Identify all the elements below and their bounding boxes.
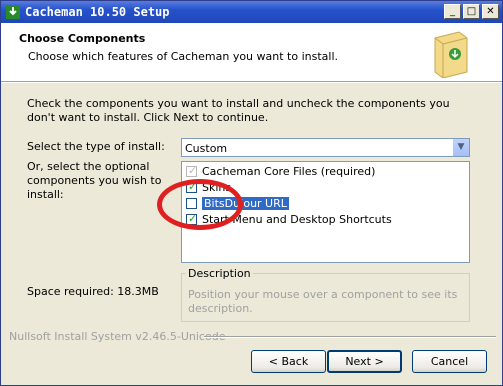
header-separator <box>1 81 502 83</box>
install-type-label: Select the type of install: <box>27 140 165 153</box>
intro-text: Check the components you want to install… <box>27 97 450 124</box>
title-bar: Cacheman 10.50 Setup _ □ ✕ <box>1 1 502 23</box>
next-button[interactable]: Next > <box>327 350 402 373</box>
minimize-button[interactable]: _ <box>444 4 461 19</box>
page-subtitle: Choose which features of Cacheman you wa… <box>28 50 339 63</box>
package-box-icon <box>434 31 468 78</box>
components-label: Or, select the optional components you w… <box>27 160 162 201</box>
description-title: Description <box>186 267 253 280</box>
component-label: Cacheman Core Files (required) <box>202 165 376 178</box>
install-type-dropdown[interactable]: Custom ▼ <box>181 138 470 157</box>
install-type-value: Custom <box>185 142 228 155</box>
description-group: Description Position your mouse over a c… <box>181 267 470 322</box>
setup-window: Cacheman 10.50 Setup _ □ ✕ Choose Compon… <box>0 0 503 386</box>
space-required: Space required: 18.3MB <box>27 285 159 298</box>
close-button[interactable]: ✕ <box>482 4 499 19</box>
page-title: Choose Components <box>19 32 146 45</box>
window-title: Cacheman 10.50 Setup <box>25 5 170 19</box>
maximize-button[interactable]: □ <box>463 4 480 19</box>
footer-separator <box>204 336 496 338</box>
red-annotation-circle <box>157 179 243 230</box>
checkbox-core-files: ✓ <box>186 164 198 177</box>
back-button[interactable]: < Back <box>251 350 326 373</box>
header-panel: Choose Components Choose which features … <box>1 23 502 82</box>
installer-icon <box>6 5 20 19</box>
description-text: Position your mouse over a component to … <box>188 288 458 315</box>
cancel-button[interactable]: Cancel <box>412 350 487 373</box>
chevron-down-icon[interactable]: ▼ <box>452 139 469 156</box>
branding-text: Nullsoft Install System v2.46.5-Unicode <box>9 330 226 343</box>
